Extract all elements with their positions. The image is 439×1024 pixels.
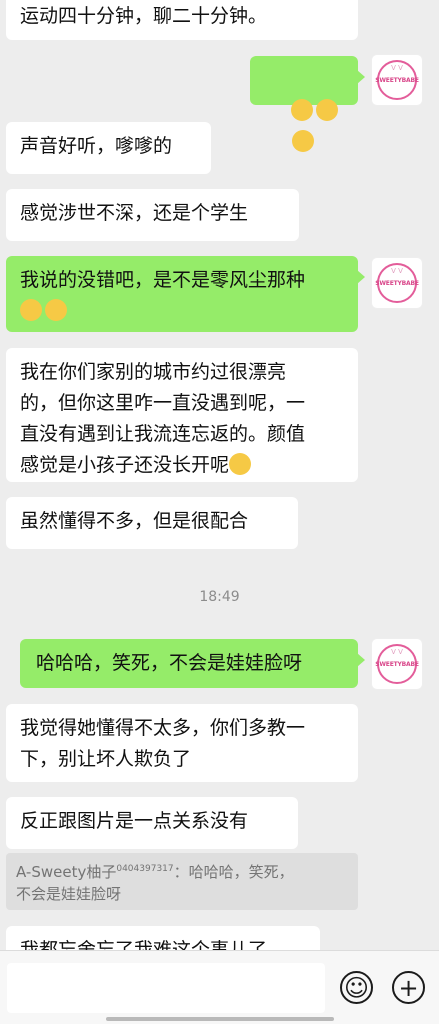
message-text: 我说的没错吧，是不是零风尘那种 bbox=[20, 269, 306, 291]
message-bubble[interactable]: 我说的没错吧，是不是零风尘那种 bbox=[6, 256, 365, 332]
message-text: 哈哈哈，笑死，不会是娃娃脸呀 bbox=[36, 652, 303, 674]
bunny-ears-icon: ᐯ ᐯ bbox=[391, 64, 403, 72]
composer-bar: ☺ + bbox=[0, 950, 439, 1024]
plus-icon[interactable]: + bbox=[392, 971, 425, 1004]
squinting-icon bbox=[20, 299, 42, 321]
message-text: 虽然懂得不多，但是很配合 bbox=[20, 510, 249, 532]
message-text: 我在你们家别的城市约过很漂亮 的，但你这里咋一直没遇到呢，一 直没有遇到让我流连… bbox=[20, 361, 306, 476]
laughing-tears-icon bbox=[316, 99, 339, 121]
message-bubble[interactable]: 感觉涉世不深，还是个学生 bbox=[6, 189, 299, 241]
avatar[interactable]: ᐯ ᐯ SWEETYBABE bbox=[371, 257, 423, 309]
message-bubble[interactable]: 声音好听，嗲嗲的 bbox=[6, 122, 211, 174]
message-bubble[interactable]: 哈哈哈，笑死，不会是娃娃脸呀 bbox=[20, 639, 365, 688]
message-bubble[interactable]: 我觉得她懂得不太多，你们多教一 下，别让坏人欺负了 bbox=[6, 704, 358, 782]
smiley-glyph: ☺ bbox=[343, 973, 370, 1002]
message-bubble[interactable]: 反正跟图片是一点关系没有 bbox=[6, 797, 298, 849]
quote-sender-id: 0404397317 bbox=[116, 864, 174, 874]
message-text: 我都忘舍忘了我难这个事儿了 bbox=[20, 939, 268, 950]
smiley-icon[interactable]: ☺ bbox=[340, 971, 373, 1004]
message-bubble[interactable] bbox=[250, 56, 365, 152]
message-text: 我觉得她懂得不太多，你们多教一 下，别让坏人欺负了 bbox=[20, 717, 306, 770]
message-bubble[interactable]: 我都忘舍忘了我难这个事儿了 bbox=[6, 926, 320, 950]
message-text: 感觉涉世不深，还是个学生 bbox=[20, 202, 249, 224]
message-text: 运动四十分钟，聊二十分钟。 bbox=[20, 5, 268, 27]
message-bubble[interactable]: 我在你们家别的城市约过很漂亮 的，但你这里咋一直没遇到呢，一 直没有遇到让我流连… bbox=[6, 348, 358, 482]
squinting-icon bbox=[45, 299, 67, 321]
avatar[interactable]: ᐯ ᐯ SWEETYBABE bbox=[371, 638, 423, 690]
message-input[interactable] bbox=[7, 963, 325, 1013]
home-indicator[interactable] bbox=[106, 1017, 334, 1021]
chat-area: 运动四十分钟，聊二十分钟。 ᐯ ᐯ SWEETYBABE 声音好听，嗲嗲的 感觉涉… bbox=[0, 0, 439, 950]
bunny-ears-icon: ᐯ ᐯ bbox=[391, 267, 403, 275]
message-bubble[interactable]: 运动四十分钟，聊二十分钟。 bbox=[6, 0, 358, 40]
message-text: 反正跟图片是一点关系没有 bbox=[20, 810, 249, 832]
avatar-brand: SWEETYBABE bbox=[375, 279, 419, 287]
bunny-ears-icon: ᐯ ᐯ bbox=[391, 648, 403, 656]
plus-glyph: + bbox=[398, 973, 419, 1002]
laughing-tears-icon bbox=[291, 99, 314, 121]
quoted-reply[interactable]: A-Sweety柚子0404397317：哈哈哈，笑死， 不会是娃娃脸呀 bbox=[6, 853, 358, 910]
avatar-brand: SWEETYBABE bbox=[375, 660, 419, 668]
avatar[interactable]: ᐯ ᐯ SWEETYBABE bbox=[371, 54, 423, 106]
message-timestamp: 18:49 bbox=[199, 589, 240, 605]
message-bubble[interactable]: 虽然懂得不多，但是很配合 bbox=[6, 497, 298, 549]
laughing-tears-icon bbox=[291, 130, 314, 152]
quote-sender: A-Sweety柚子 bbox=[16, 863, 117, 881]
thinking-icon bbox=[229, 453, 252, 475]
avatar-brand: SWEETYBABE bbox=[375, 76, 419, 84]
message-text: 声音好听，嗲嗲的 bbox=[20, 135, 173, 157]
